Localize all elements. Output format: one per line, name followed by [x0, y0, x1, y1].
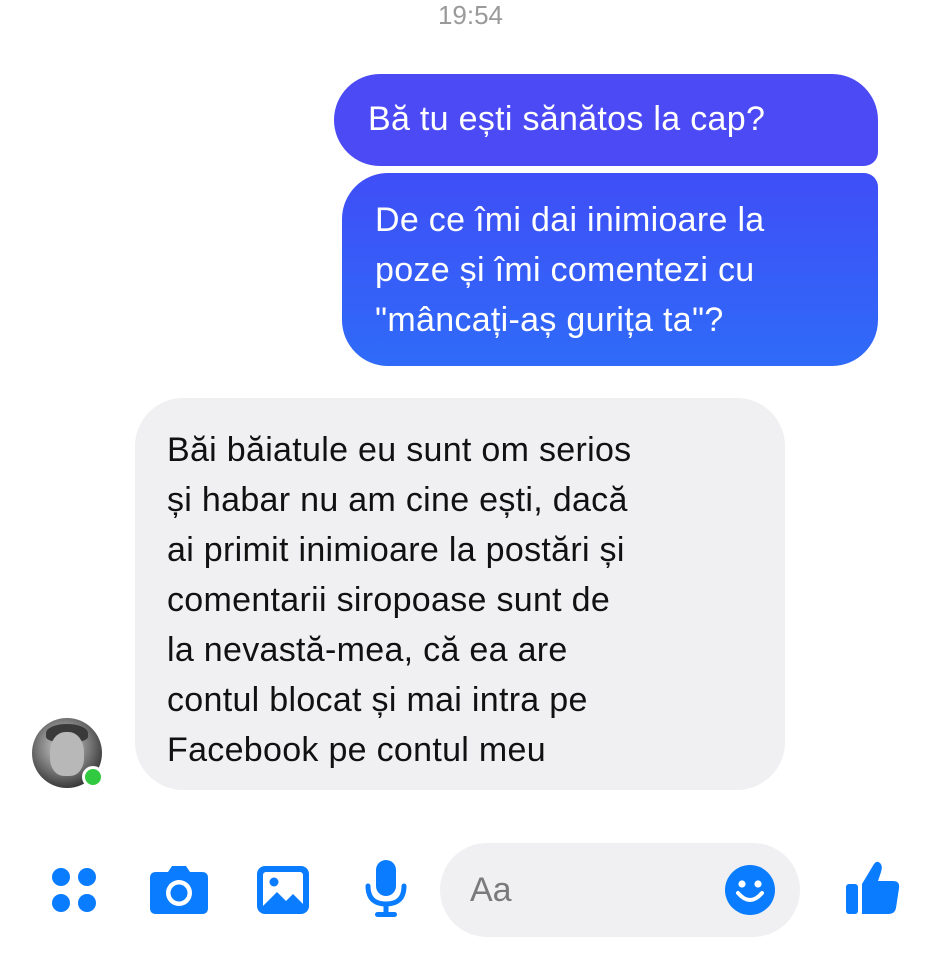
emoji-icon[interactable]	[725, 865, 775, 915]
message-input[interactable]	[470, 867, 690, 913]
incoming-message[interactable]: Băi băiatule eu sunt om serios și habar …	[135, 398, 785, 790]
online-status-indicator	[82, 766, 104, 788]
outgoing-message[interactable]: De ce îmi dai inimioare la poze și îmi c…	[342, 173, 878, 366]
more-actions-icon[interactable]	[50, 866, 98, 914]
message-composer[interactable]	[440, 843, 800, 937]
message-timestamp: 19:54	[437, 0, 504, 30]
gallery-icon[interactable]	[257, 866, 309, 914]
avatar-face	[50, 732, 84, 776]
outgoing-message[interactable]: Bă tu ești sănătos la cap?	[334, 74, 878, 166]
thumbs-up-icon[interactable]	[846, 860, 900, 916]
microphone-icon[interactable]	[365, 860, 407, 918]
camera-icon[interactable]	[150, 866, 208, 914]
